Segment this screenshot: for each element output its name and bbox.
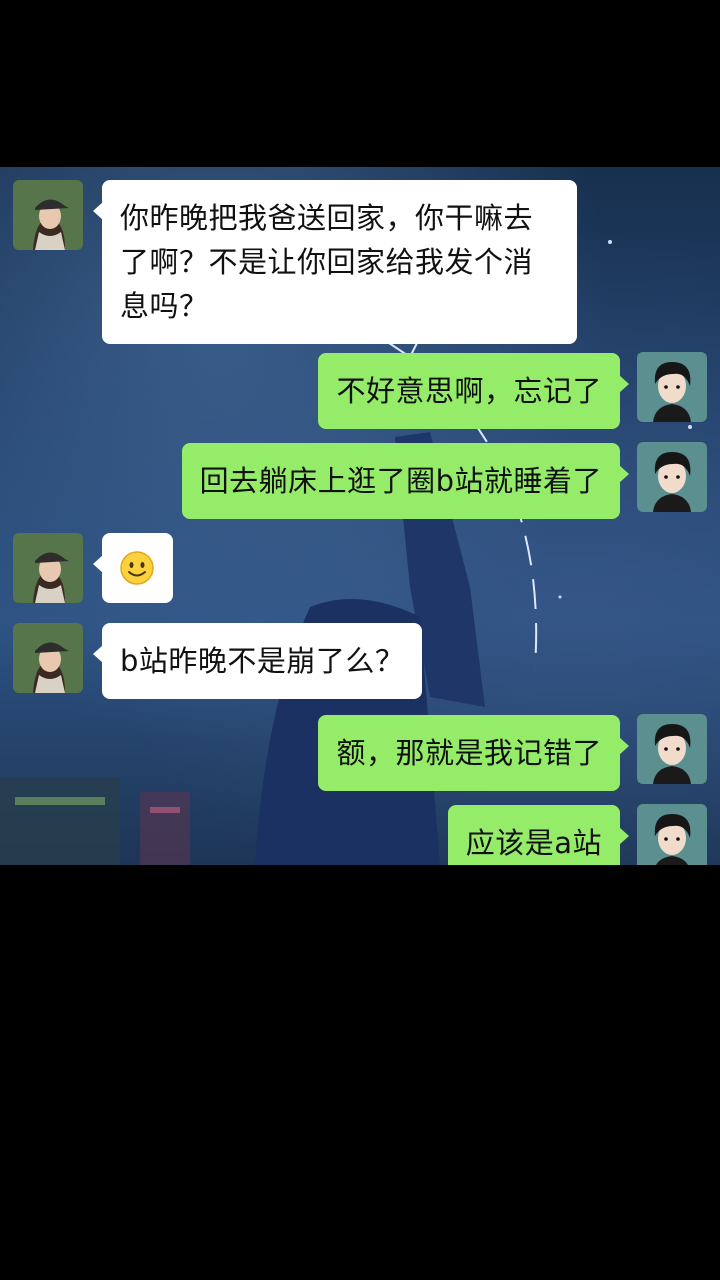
smile-emoji-icon: [120, 551, 154, 585]
message-bubble-outgoing[interactable]: 应该是a站: [447, 805, 630, 865]
message-text: 应该是a站: [465, 826, 602, 860]
my-avatar[interactable]: [637, 714, 707, 784]
message-text: 不好意思啊，忘记了: [336, 374, 602, 408]
message-bubble-incoming[interactable]: b站昨晚不是崩了么？: [92, 623, 423, 699]
contact-avatar[interactable]: [13, 623, 83, 693]
message-bubble-incoming[interactable]: [93, 533, 173, 603]
chat-area[interactable]: 你昨晚把我爸送回家，你干嘛去了啊？不是让你回家给我发个消息吗？ 不好意思啊，忘记…: [0, 167, 720, 865]
girl-with-cap-avatar-icon: [13, 533, 83, 603]
anime-boy-avatar-icon: [637, 352, 707, 422]
girl-with-cap-avatar-icon: [13, 180, 83, 250]
anime-boy-avatar-icon: [637, 714, 707, 784]
message-text: 额，那就是我记错了: [336, 736, 602, 770]
message-text: 你昨晚把我爸送回家，你干嘛去了啊？不是让你回家给我发个消息吗？: [120, 201, 534, 323]
top-letterbox: [0, 0, 720, 167]
message-text: 回去躺床上逛了圈b站就睡着了: [199, 464, 602, 498]
message-bubble-outgoing[interactable]: 回去躺床上逛了圈b站就睡着了: [181, 443, 630, 519]
girl-with-cap-avatar-icon: [13, 623, 83, 693]
my-avatar[interactable]: [637, 804, 707, 865]
bottom-letterbox: [0, 865, 720, 1280]
anime-boy-avatar-icon: [637, 442, 707, 512]
my-avatar[interactable]: [637, 442, 707, 512]
message-bubble-outgoing[interactable]: 不好意思啊，忘记了: [318, 353, 629, 429]
contact-avatar[interactable]: [13, 533, 83, 603]
contact-avatar[interactable]: [13, 180, 83, 250]
message-text: b站昨晚不是崩了么？: [120, 644, 405, 678]
my-avatar[interactable]: [637, 352, 707, 422]
anime-boy-avatar-icon: [637, 804, 707, 865]
message-bubble-incoming[interactable]: 你昨晚把我爸送回家，你干嘛去了啊？不是让你回家给我发个消息吗？: [93, 180, 577, 344]
message-bubble-outgoing[interactable]: 额，那就是我记错了: [318, 715, 629, 791]
